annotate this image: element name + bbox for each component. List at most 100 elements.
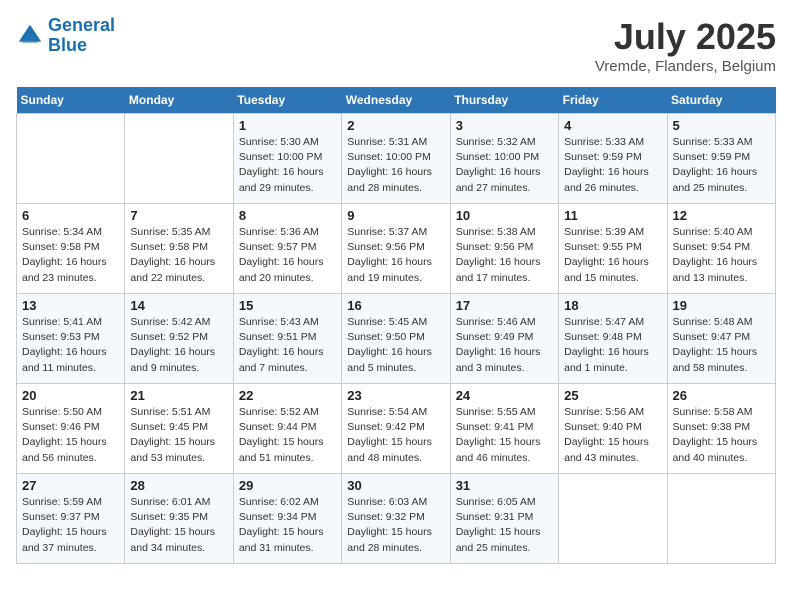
day-number: 21 bbox=[130, 388, 227, 403]
day-cell: 22 Sunrise: 5:52 AM Sunset: 9:44 PM Dayli… bbox=[233, 384, 341, 474]
day-number: 3 bbox=[456, 118, 553, 133]
title-block: July 2025 Vremde, Flanders, Belgium bbox=[595, 16, 776, 75]
day-cell: 27Sunrise: 5:59 AM Sunset: 9:37 PM Dayli… bbox=[17, 474, 125, 564]
day-cell: 21 Sunrise: 5:51 AM Sunset: 9:45 PM Dayli… bbox=[125, 384, 233, 474]
day-info: Sunrise: 5:58 AM Sunset: 9:38 PM Dayligh… bbox=[673, 405, 770, 466]
day-info: Sunrise: 5:33 AM Sunset: 9:59 PM Dayligh… bbox=[564, 135, 661, 196]
day-number: 22 bbox=[239, 388, 336, 403]
day-info: Sunrise: 5:31 AM Sunset: 10:00 PM Daylig… bbox=[347, 135, 444, 196]
day-cell: 5Sunrise: 5:33 AM Sunset: 9:59 PM Daylig… bbox=[667, 114, 775, 204]
day-cell: 28 Sunrise: 6:01 AM Sunset: 9:35 PM Dayli… bbox=[125, 474, 233, 564]
day-cell: 13Sunrise: 5:41 AM Sunset: 9:53 PM Dayli… bbox=[17, 294, 125, 384]
weekday-header: Saturday bbox=[667, 87, 775, 114]
day-cell: 1 Sunrise: 5:30 AM Sunset: 10:00 PM Dayli… bbox=[233, 114, 341, 204]
day-info: Sunrise: 5:32 AM Sunset: 10:00 PM Daylig… bbox=[456, 135, 553, 196]
weekday-header: Sunday bbox=[17, 87, 125, 114]
day-cell: 14 Sunrise: 5:42 AM Sunset: 9:52 PM Dayli… bbox=[125, 294, 233, 384]
day-info: Sunrise: 5:39 AM Sunset: 9:55 PM Dayligh… bbox=[564, 225, 661, 286]
day-cell: 29Sunrise: 6:02 AM Sunset: 9:34 PM Dayli… bbox=[233, 474, 341, 564]
day-number: 23 bbox=[347, 388, 444, 403]
weekday-header: Thursday bbox=[450, 87, 558, 114]
day-info: Sunrise: 5:50 AM Sunset: 9:46 PM Dayligh… bbox=[22, 405, 119, 466]
day-info: Sunrise: 5:30 AM Sunset: 10:00 PM Daylig… bbox=[239, 135, 336, 196]
day-info: Sunrise: 6:03 AM Sunset: 9:32 PM Dayligh… bbox=[347, 495, 444, 556]
day-info: Sunrise: 5:56 AM Sunset: 9:40 PM Dayligh… bbox=[564, 405, 661, 466]
day-cell: 7 Sunrise: 5:35 AM Sunset: 9:58 PM Daylig… bbox=[125, 204, 233, 294]
logo: General Blue bbox=[16, 16, 115, 56]
day-info: Sunrise: 5:35 AM Sunset: 9:58 PM Dayligh… bbox=[130, 225, 227, 286]
day-number: 28 bbox=[130, 478, 227, 493]
day-number: 17 bbox=[456, 298, 553, 313]
day-number: 30 bbox=[347, 478, 444, 493]
day-info: Sunrise: 5:40 AM Sunset: 9:54 PM Dayligh… bbox=[673, 225, 770, 286]
empty-cell bbox=[125, 114, 233, 204]
empty-cell bbox=[559, 474, 667, 564]
day-info: Sunrise: 5:51 AM Sunset: 9:45 PM Dayligh… bbox=[130, 405, 227, 466]
day-info: Sunrise: 5:45 AM Sunset: 9:50 PM Dayligh… bbox=[347, 315, 444, 376]
day-number: 9 bbox=[347, 208, 444, 223]
day-cell: 15 Sunrise: 5:43 AM Sunset: 9:51 PM Dayli… bbox=[233, 294, 341, 384]
calendar-week-row: 27Sunrise: 5:59 AM Sunset: 9:37 PM Dayli… bbox=[17, 474, 776, 564]
day-number: 1 bbox=[239, 118, 336, 133]
day-info: Sunrise: 5:33 AM Sunset: 9:59 PM Dayligh… bbox=[673, 135, 770, 196]
day-number: 2 bbox=[347, 118, 444, 133]
day-cell: 4 Sunrise: 5:33 AM Sunset: 9:59 PM Daylig… bbox=[559, 114, 667, 204]
day-number: 26 bbox=[673, 388, 770, 403]
day-cell: 6 Sunrise: 5:34 AM Sunset: 9:58 PM Daylig… bbox=[17, 204, 125, 294]
day-number: 12 bbox=[673, 208, 770, 223]
day-info: Sunrise: 5:37 AM Sunset: 9:56 PM Dayligh… bbox=[347, 225, 444, 286]
day-number: 25 bbox=[564, 388, 661, 403]
day-cell: 20 Sunrise: 5:50 AM Sunset: 9:46 PM Dayli… bbox=[17, 384, 125, 474]
day-cell: 9 Sunrise: 5:37 AM Sunset: 9:56 PM Daylig… bbox=[342, 204, 450, 294]
day-cell: 26 Sunrise: 5:58 AM Sunset: 9:38 PM Dayli… bbox=[667, 384, 775, 474]
day-info: Sunrise: 5:41 AM Sunset: 9:53 PM Dayligh… bbox=[22, 315, 119, 376]
logo-text: General Blue bbox=[48, 16, 115, 56]
weekday-header: Tuesday bbox=[233, 87, 341, 114]
day-number: 4 bbox=[564, 118, 661, 133]
weekday-header: Friday bbox=[559, 87, 667, 114]
page-header: General Blue July 2025 Vremde, Flanders,… bbox=[16, 16, 776, 75]
day-info: Sunrise: 6:01 AM Sunset: 9:35 PM Dayligh… bbox=[130, 495, 227, 556]
day-info: Sunrise: 5:34 AM Sunset: 9:58 PM Dayligh… bbox=[22, 225, 119, 286]
day-number: 16 bbox=[347, 298, 444, 313]
day-info: Sunrise: 5:43 AM Sunset: 9:51 PM Dayligh… bbox=[239, 315, 336, 376]
month-title: July 2025 bbox=[595, 16, 776, 58]
day-cell: 2 Sunrise: 5:31 AM Sunset: 10:00 PM Dayli… bbox=[342, 114, 450, 204]
day-number: 11 bbox=[564, 208, 661, 223]
day-cell: 25 Sunrise: 5:56 AM Sunset: 9:40 PM Dayli… bbox=[559, 384, 667, 474]
day-cell: 23 Sunrise: 5:54 AM Sunset: 9:42 PM Dayli… bbox=[342, 384, 450, 474]
empty-cell bbox=[17, 114, 125, 204]
day-number: 29 bbox=[239, 478, 336, 493]
day-info: Sunrise: 5:54 AM Sunset: 9:42 PM Dayligh… bbox=[347, 405, 444, 466]
day-info: Sunrise: 6:05 AM Sunset: 9:31 PM Dayligh… bbox=[456, 495, 553, 556]
day-info: Sunrise: 5:38 AM Sunset: 9:56 PM Dayligh… bbox=[456, 225, 553, 286]
day-cell: 3 Sunrise: 5:32 AM Sunset: 10:00 PM Dayli… bbox=[450, 114, 558, 204]
day-info: Sunrise: 5:59 AM Sunset: 9:37 PM Dayligh… bbox=[22, 495, 119, 556]
day-cell: 17Sunrise: 5:46 AM Sunset: 9:49 PM Dayli… bbox=[450, 294, 558, 384]
day-info: Sunrise: 5:52 AM Sunset: 9:44 PM Dayligh… bbox=[239, 405, 336, 466]
day-cell: 18Sunrise: 5:47 AM Sunset: 9:48 PM Dayli… bbox=[559, 294, 667, 384]
day-info: Sunrise: 5:47 AM Sunset: 9:48 PM Dayligh… bbox=[564, 315, 661, 376]
day-cell: 8Sunrise: 5:36 AM Sunset: 9:57 PM Daylig… bbox=[233, 204, 341, 294]
day-cell: 31Sunrise: 6:05 AM Sunset: 9:31 PM Dayli… bbox=[450, 474, 558, 564]
day-cell: 10Sunrise: 5:38 AM Sunset: 9:56 PM Dayli… bbox=[450, 204, 558, 294]
calendar-table: SundayMondayTuesdayWednesdayThursdayFrid… bbox=[16, 87, 776, 564]
day-number: 24 bbox=[456, 388, 553, 403]
day-cell: 24Sunrise: 5:55 AM Sunset: 9:41 PM Dayli… bbox=[450, 384, 558, 474]
day-info: Sunrise: 5:42 AM Sunset: 9:52 PM Dayligh… bbox=[130, 315, 227, 376]
day-number: 7 bbox=[130, 208, 227, 223]
calendar-week-row: 13Sunrise: 5:41 AM Sunset: 9:53 PM Dayli… bbox=[17, 294, 776, 384]
day-cell: 16 Sunrise: 5:45 AM Sunset: 9:50 PM Dayli… bbox=[342, 294, 450, 384]
calendar-week-row: 20 Sunrise: 5:50 AM Sunset: 9:46 PM Dayli… bbox=[17, 384, 776, 474]
weekday-header: Wednesday bbox=[342, 87, 450, 114]
calendar-header-row: SundayMondayTuesdayWednesdayThursdayFrid… bbox=[17, 87, 776, 114]
day-number: 6 bbox=[22, 208, 119, 223]
day-info: Sunrise: 5:48 AM Sunset: 9:47 PM Dayligh… bbox=[673, 315, 770, 376]
day-number: 14 bbox=[130, 298, 227, 313]
day-number: 8 bbox=[239, 208, 336, 223]
day-number: 19 bbox=[673, 298, 770, 313]
empty-cell bbox=[667, 474, 775, 564]
day-cell: 11 Sunrise: 5:39 AM Sunset: 9:55 PM Dayli… bbox=[559, 204, 667, 294]
day-number: 15 bbox=[239, 298, 336, 313]
day-number: 20 bbox=[22, 388, 119, 403]
